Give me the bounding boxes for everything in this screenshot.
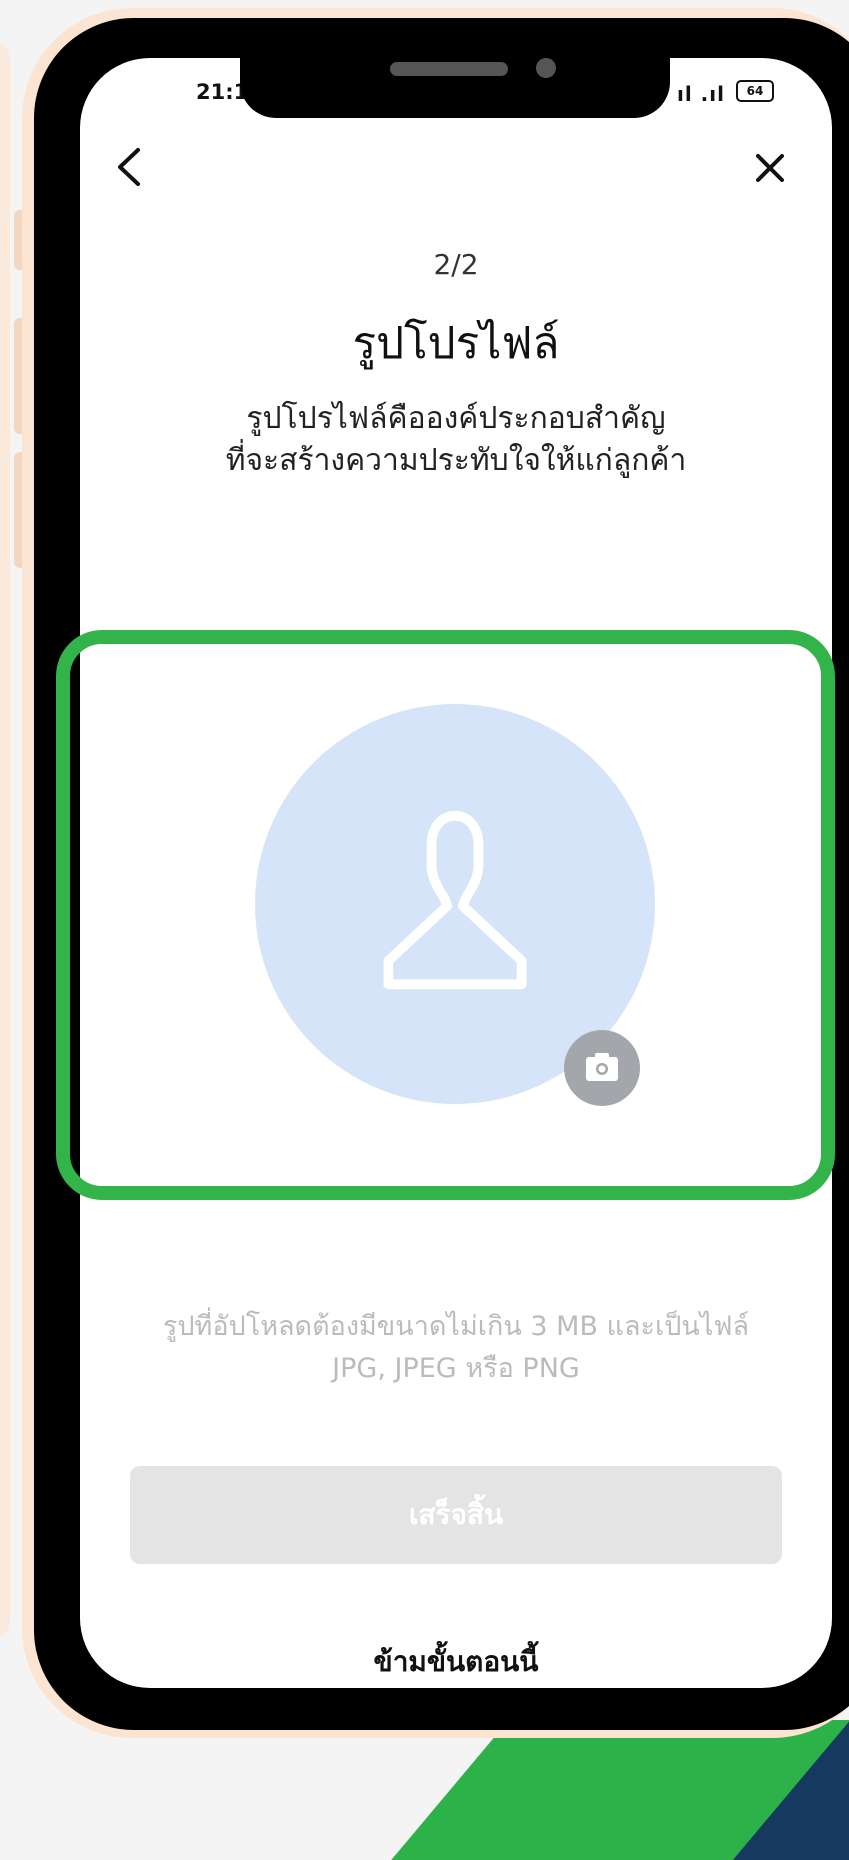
signal-icon: ıl .ıl bbox=[677, 82, 725, 106]
page-title: รูปโปรไฟล์ bbox=[352, 318, 560, 369]
step-indicator: 2/2 bbox=[433, 248, 479, 281]
subtitle-line: รูปโปรไฟล์คือองค์ประกอบสำคัญ bbox=[246, 401, 666, 436]
close-button[interactable] bbox=[750, 148, 790, 188]
subtitle-line: ที่จะสร้างความประทับใจให้แก่ลูกค้า bbox=[225, 443, 687, 478]
skip-step-link[interactable]: ข้ามขั้นตอนนี้ bbox=[80, 1640, 832, 1684]
back-button[interactable] bbox=[110, 144, 150, 190]
phone-notch bbox=[240, 58, 670, 118]
highlight-annotation bbox=[56, 630, 835, 1200]
done-button[interactable]: เสร็จสิ้น bbox=[130, 1466, 782, 1564]
speaker-grille bbox=[390, 62, 508, 76]
upload-note-line: รูปที่อัปโหลดต้องมีขนาดไม่เกิน 3 MB และเ… bbox=[162, 1311, 750, 1342]
battery-icon: 64 bbox=[736, 80, 774, 102]
page-subtitle: รูปโปรไฟล์คือองค์ประกอบสำคัญ ที่จะสร้างค… bbox=[180, 398, 732, 482]
background-panel bbox=[0, 40, 10, 1640]
front-camera bbox=[536, 58, 556, 78]
upload-note-line: JPG, JPEG หรือ PNG bbox=[332, 1353, 580, 1384]
close-icon bbox=[756, 154, 784, 182]
upload-requirements: รูปที่อัปโหลดต้องมีขนาดไม่เกิน 3 MB และเ… bbox=[100, 1306, 812, 1390]
chevron-left-icon bbox=[118, 148, 140, 186]
